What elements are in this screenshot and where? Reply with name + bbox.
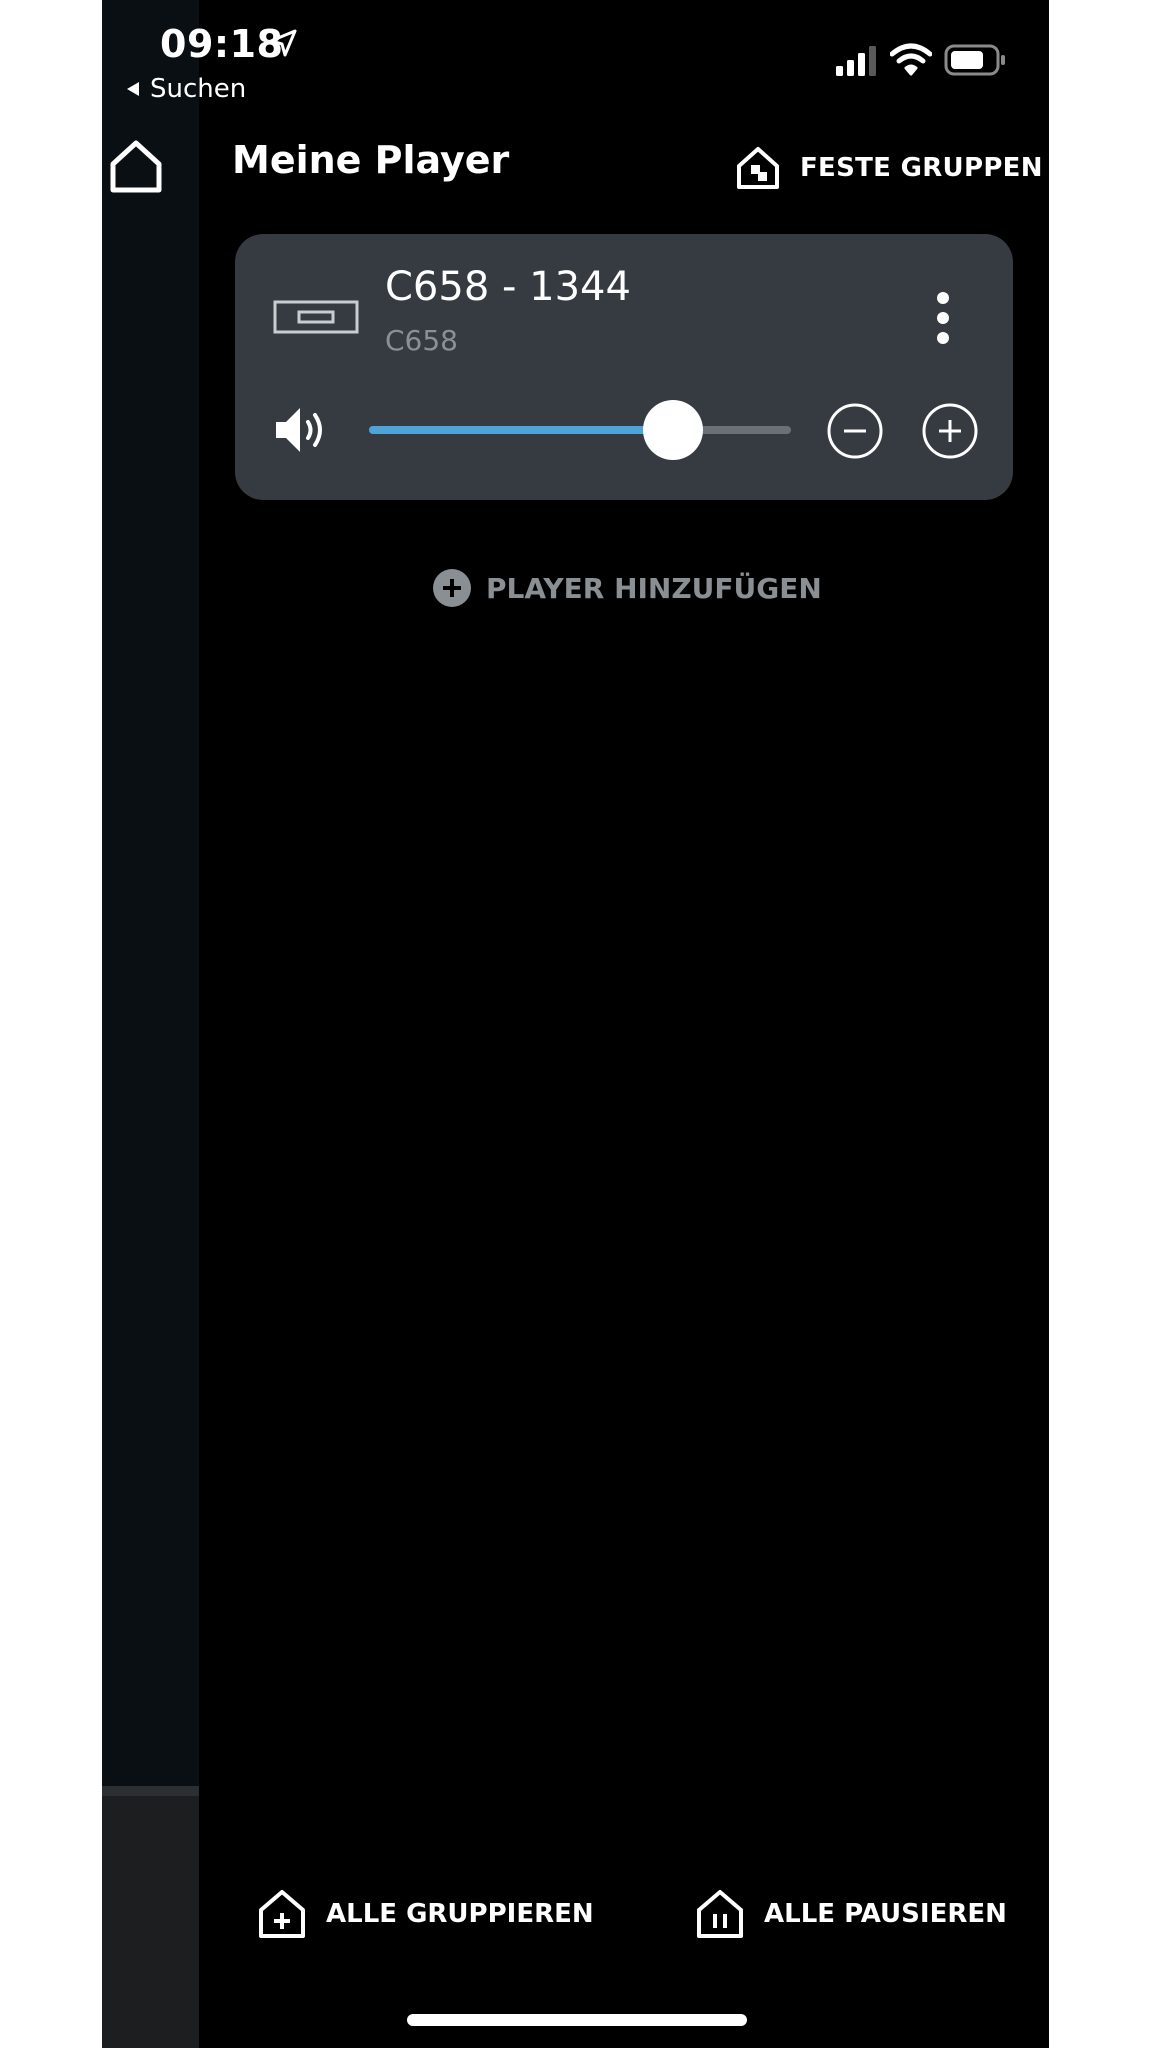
add-player-button[interactable]: PLAYER HINZUFÜGEN	[432, 568, 822, 608]
player-name: C658 - 1344	[385, 264, 631, 310]
group-all-label: ALLE GRUPPIEREN	[326, 1899, 594, 1929]
back-link-label: Suchen	[150, 74, 247, 104]
player-card[interactable]: C658 - 1344 C658	[235, 234, 1013, 500]
cellular-signal-icon	[836, 46, 876, 76]
speaker-icon[interactable]	[273, 404, 329, 456]
pause-all-button[interactable]: ALLE PAUSIEREN	[694, 1888, 1007, 1940]
add-player-label: PLAYER HINZUFÜGEN	[486, 571, 822, 605]
house-plus-icon	[259, 1890, 305, 1938]
plus-circle-icon[interactable]	[921, 402, 979, 460]
volume-thumb[interactable]	[642, 400, 703, 460]
sidebar-footer	[102, 1786, 199, 2048]
status-time: 09:18	[160, 22, 284, 66]
pause-all-label: ALLE PAUSIEREN	[764, 1899, 1007, 1929]
group-all-button[interactable]: ALLE GRUPPIEREN	[256, 1888, 594, 1940]
volume-fill	[369, 426, 673, 434]
back-link[interactable]: Suchen	[126, 74, 246, 104]
wifi-icon	[890, 43, 932, 76]
page-title: Meine Player	[232, 138, 510, 182]
add-circle-icon	[433, 569, 471, 607]
home-indicator[interactable]	[407, 2014, 747, 2026]
device-icon	[273, 300, 359, 334]
volume-slider[interactable]	[369, 398, 791, 462]
fixed-groups-button[interactable]: FESTE GRUPPEN	[734, 144, 1043, 192]
fixed-groups-label: FESTE GRUPPEN	[800, 153, 1043, 183]
more-vertical-icon[interactable]	[933, 290, 953, 346]
home-icon[interactable]	[108, 138, 164, 194]
app-screen: 09:18 Suchen Meine Player FESTE GRUPPEN	[102, 0, 1049, 2048]
house-group-icon	[737, 147, 779, 189]
house-pause-icon	[697, 1890, 743, 1938]
battery-icon	[944, 44, 1005, 76]
back-arrow-icon	[127, 82, 139, 96]
location-arrow-icon	[269, 29, 297, 57]
player-model: C658	[385, 324, 458, 357]
sidebar	[102, 0, 199, 2048]
minus-circle-icon[interactable]	[826, 402, 884, 460]
